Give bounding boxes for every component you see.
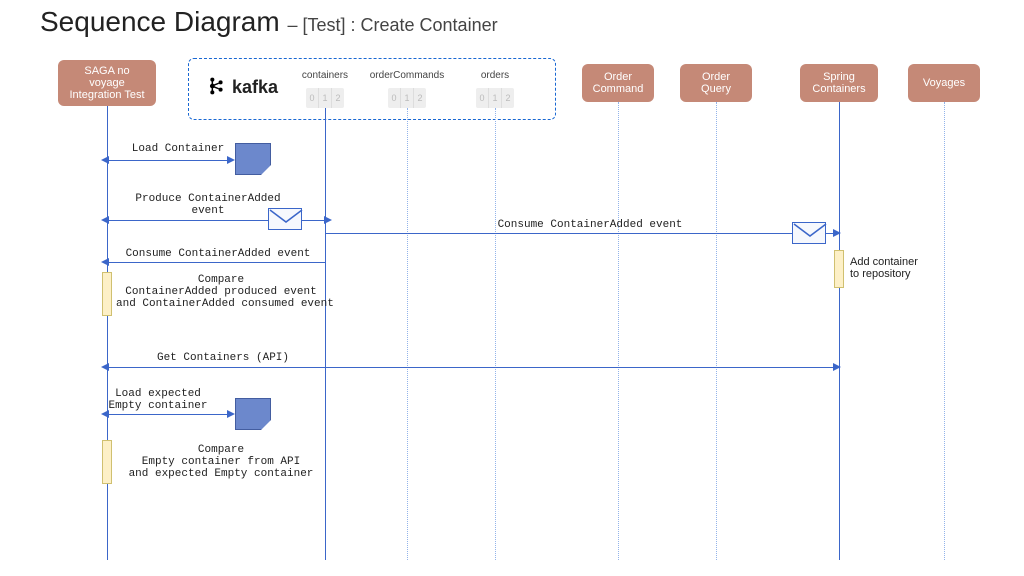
kafka-partitions-ordercommands: 012 <box>388 88 426 108</box>
arrow-kafka-to-spring-head <box>833 229 841 237</box>
envelope-icon <box>792 222 826 244</box>
label-kafka-to-spring: Consume ContainerAdded event <box>470 219 710 231</box>
activation-saga-2 <box>102 440 112 484</box>
arrow-get-containers-head-right <box>833 363 841 371</box>
participant-spring-containers: Spring Containers <box>800 64 878 102</box>
arrow-get-containers <box>108 367 834 368</box>
kafka-partitions-containers: 012 <box>306 88 344 108</box>
label-load-container: Load Container <box>118 143 238 155</box>
participant-saga: SAGA no voyage Integration Test <box>58 60 156 106</box>
lifeline-order-command <box>618 102 619 560</box>
lifeline-kafka-orders <box>495 108 496 560</box>
kafka-label: kafka <box>205 75 278 98</box>
arrow-load-expected <box>108 414 228 415</box>
kafka-partitions-orders: 012 <box>476 88 514 108</box>
label-add-repo: Add container to repository <box>850 256 960 280</box>
activation-saga-1 <box>102 272 112 316</box>
diagram-title: Sequence Diagram – [Test] : Create Conta… <box>40 6 498 38</box>
activation-spring <box>834 250 844 288</box>
envelope-icon <box>268 208 302 230</box>
arrow-load-expected-head-right <box>227 410 235 418</box>
arrow-load-container-head-left <box>101 156 109 164</box>
lifeline-voyages <box>944 102 945 560</box>
label-get-containers: Get Containers (API) <box>118 352 328 364</box>
label-load-expected: Load expected Empty container <box>98 388 218 412</box>
label-compare-1: Compare ContainerAdded produced event an… <box>116 274 326 310</box>
note-icon <box>235 398 271 430</box>
participant-order-query: Order Query <box>680 64 752 102</box>
title-sub: – [Test] : Create Container <box>287 15 497 35</box>
kafka-topic-containers: containers <box>290 70 360 81</box>
label-kafka-to-saga: Consume ContainerAdded event <box>118 248 318 260</box>
kafka-topic-ordercommands: orderCommands <box>363 70 451 81</box>
lifeline-kafka-containers <box>325 108 326 560</box>
note-icon <box>235 143 271 175</box>
arrow-kafka-to-saga-head <box>101 258 109 266</box>
arrow-produce-event-head-right <box>324 216 332 224</box>
lifeline-kafka-ordercommands <box>407 108 408 560</box>
arrow-load-container <box>108 160 228 161</box>
title-main: Sequence Diagram <box>40 6 280 37</box>
kafka-topic-orders: orders <box>460 70 530 81</box>
arrow-produce-event-head-left <box>101 216 109 224</box>
arrow-load-container-head-right <box>227 156 235 164</box>
lifeline-spring-containers <box>839 102 840 560</box>
lifeline-saga <box>107 106 108 560</box>
arrow-kafka-to-spring <box>325 233 834 234</box>
lifeline-order-query <box>716 102 717 560</box>
arrow-get-containers-head-left <box>101 363 109 371</box>
label-compare-2: Compare Empty container from API and exp… <box>116 444 326 480</box>
arrow-kafka-to-saga <box>108 262 325 263</box>
participant-order-command: Order Command <box>582 64 654 102</box>
participant-voyages: Voyages <box>908 64 980 102</box>
